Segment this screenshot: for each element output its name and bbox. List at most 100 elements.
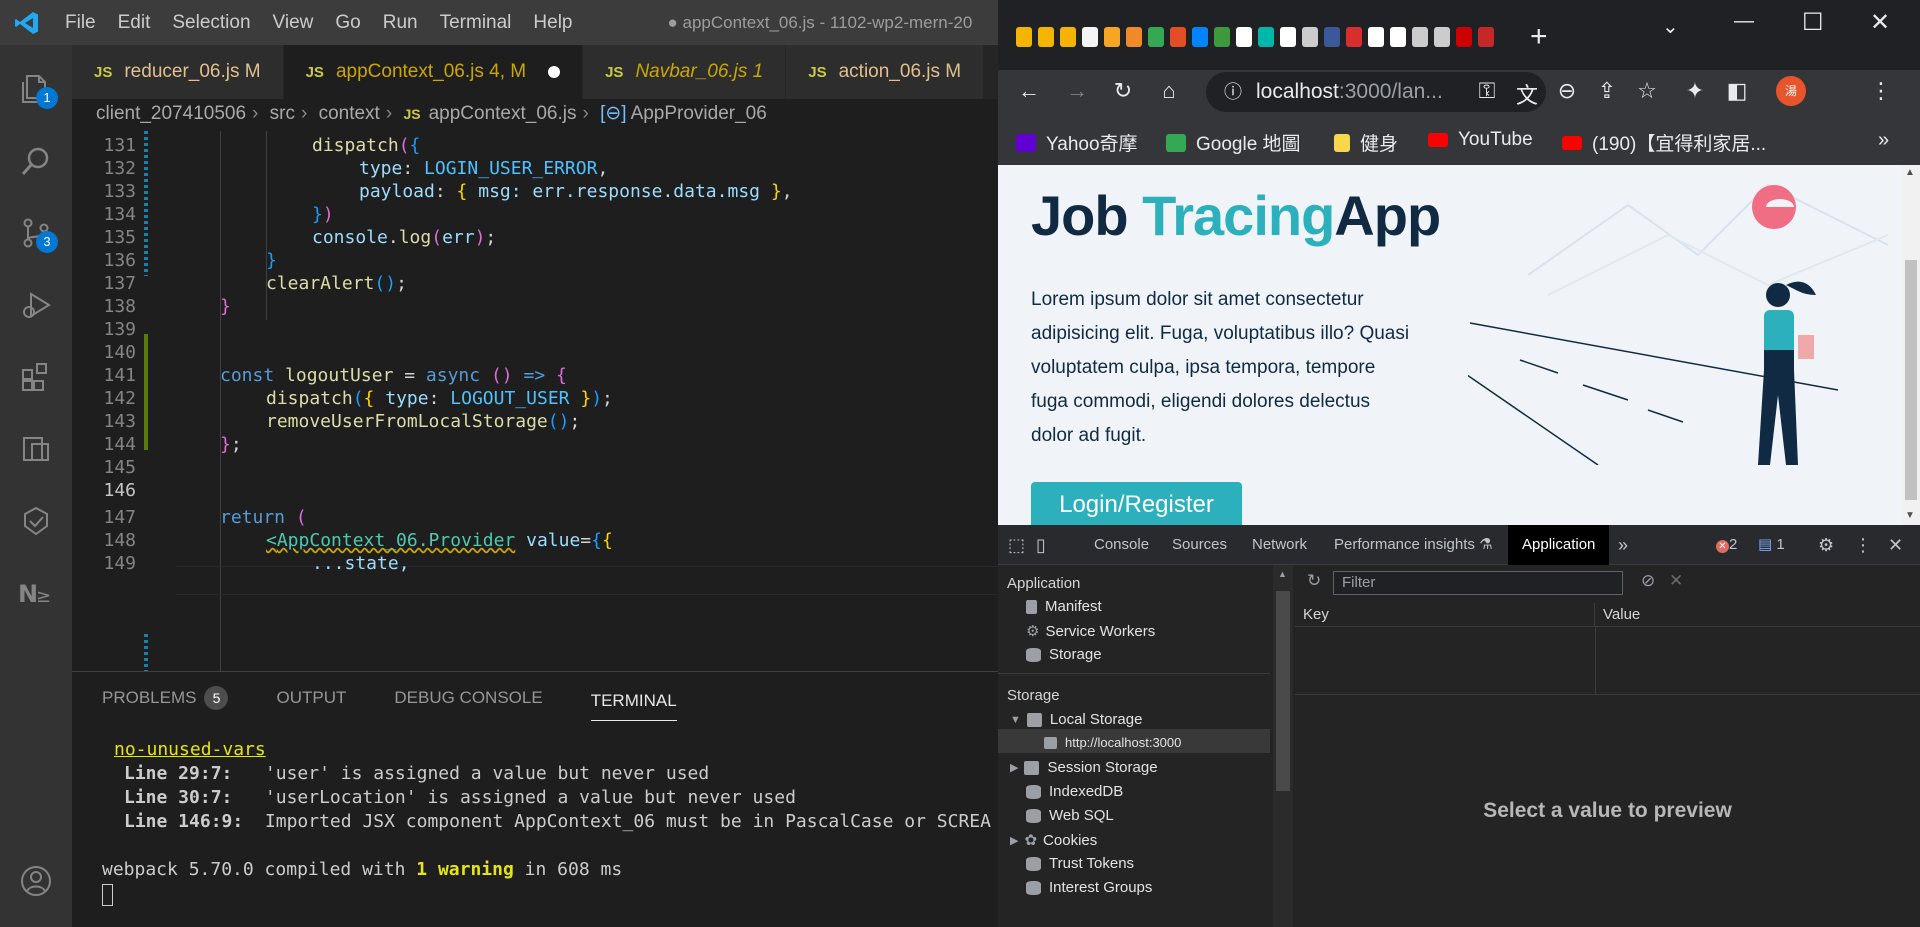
remote-explorer-icon[interactable] [0, 413, 72, 485]
home-icon[interactable]: ⌂ [1154, 78, 1184, 104]
tab-favicon-icon[interactable] [1280, 27, 1296, 47]
site-info-icon[interactable]: ⓘ [1224, 72, 1242, 112]
sidebar-item-manifest[interactable]: Manifest [1026, 598, 1102, 615]
scrollbar-thumb[interactable] [1276, 591, 1290, 791]
back-icon[interactable]: ← [1014, 78, 1044, 104]
delete-selected-icon[interactable]: ✕ [1669, 571, 1683, 591]
share-icon[interactable]: ⇪ [1592, 78, 1622, 104]
sidebar-item-storage[interactable]: Storage [1026, 646, 1102, 663]
close-devtools-icon[interactable]: ✕ [1888, 525, 1903, 565]
bookmark-star-icon[interactable]: ☆ [1632, 78, 1662, 104]
tab-search-icon[interactable]: ⌄ [1662, 14, 1679, 39]
search-icon[interactable] [0, 125, 72, 197]
error-counter[interactable]: ✕ 2 [1716, 525, 1737, 565]
minimize-icon[interactable]: — [1734, 10, 1754, 33]
tab-performance-insights[interactable]: Performance insights ⚗ [1334, 525, 1493, 565]
tab-favicon-icon[interactable] [1038, 27, 1054, 47]
sidebar-item-local-storage[interactable]: ▼ Local Storage [1010, 711, 1142, 728]
tab-favicon-icon[interactable] [1214, 27, 1230, 47]
code-editor[interactable]: 131 dispatch({ 132 type: LOGIN_USER_ERROR,… [72, 131, 998, 671]
breadcrumb-item[interactable]: src [270, 103, 295, 124]
forward-icon[interactable]: → [1062, 78, 1092, 104]
maximize-icon[interactable]: ☐ [1802, 8, 1824, 37]
sidebar-item-cookies[interactable]: ▶ ✿ Cookies [1010, 831, 1097, 850]
inspect-element-icon[interactable]: ⬚ [1008, 525, 1025, 565]
menu-run[interactable]: Run [372, 0, 429, 45]
tab-favicon-icon[interactable] [1390, 27, 1406, 47]
tab-favicon-icon[interactable] [1236, 27, 1252, 47]
profile-avatar[interactable]: 湯 [1776, 76, 1806, 106]
sidebar-item-trust-tokens[interactable]: Trust Tokens [1026, 855, 1134, 872]
bookmark-youtube[interactable]: YouTube [1428, 129, 1533, 151]
bookmarks-overflow-icon[interactable]: » [1878, 129, 1889, 152]
chrome-menu-icon[interactable]: ⋮ [1866, 78, 1896, 104]
sidebar-item-localhost-origin[interactable]: http://localhost:3000 [1044, 735, 1181, 750]
tab-favicon-icon[interactable] [1302, 27, 1318, 47]
sidebar-scrollbar[interactable]: ▲ [1273, 565, 1293, 927]
message-counter[interactable]: ▤ 1 [1758, 525, 1785, 565]
menu-view[interactable]: View [262, 0, 325, 45]
zoom-icon[interactable]: ⊖ [1552, 78, 1582, 104]
scrollbar-thumb[interactable] [1905, 260, 1917, 500]
tab-favicon-icon[interactable] [1324, 27, 1340, 47]
page-scrollbar[interactable]: ▲ ▼ [1902, 165, 1920, 525]
settings-gear-icon[interactable]: ⚙ [1818, 525, 1834, 565]
clear-all-icon[interactable]: ⊘ [1641, 571, 1655, 591]
breadcrumb-item[interactable]: appContext_06.js [429, 103, 577, 124]
tab-favicon-icon[interactable] [1478, 27, 1494, 47]
menu-selection[interactable]: Selection [161, 0, 261, 45]
login-register-button[interactable]: Login/Register [1031, 482, 1242, 525]
run-debug-icon[interactable] [0, 269, 72, 341]
breadcrumb-item[interactable]: AppProvider_06 [631, 103, 767, 124]
column-header-value[interactable]: Value [1595, 603, 1920, 627]
menu-edit[interactable]: Edit [107, 0, 162, 45]
tab-appcontext[interactable]: JS appContext_06.js 4, M [283, 45, 584, 99]
tab-favicon-icon[interactable] [1082, 27, 1098, 47]
tab-debug-console[interactable]: DEBUG CONSOLE [394, 672, 542, 724]
sidebar-item-interest-groups[interactable]: Interest Groups [1026, 879, 1152, 896]
source-control-icon[interactable]: 3 [0, 197, 72, 269]
close-icon[interactable]: ✕ [1870, 8, 1890, 37]
bookmark-fitness[interactable]: 健身 [1334, 129, 1398, 156]
tab-network[interactable]: Network [1252, 525, 1307, 565]
tab-terminal[interactable]: TERMINAL [590, 675, 677, 721]
menu-file[interactable]: File [54, 0, 107, 45]
nx-console-icon[interactable]: N ≥ [0, 557, 72, 629]
filter-input[interactable]: Filter [1333, 571, 1623, 595]
site-logo[interactable]: Job TracingApp [1031, 183, 1441, 248]
refresh-icon[interactable]: ↻ [1307, 571, 1321, 591]
tab-favicon-icon[interactable] [1346, 27, 1362, 47]
device-toolbar-icon[interactable]: ▯ [1036, 525, 1046, 565]
translate-icon[interactable]: 文 [1512, 78, 1542, 110]
sidebar-item-session-storage[interactable]: ▶ Session Storage [1010, 759, 1158, 776]
new-tab-icon[interactable]: + [1530, 20, 1548, 54]
explorer-icon[interactable]: 1 [0, 53, 72, 125]
tab-output[interactable]: OUTPUT [276, 672, 346, 724]
tab-favicon-icon[interactable] [1104, 27, 1120, 47]
side-panel-icon[interactable]: ◧ [1722, 78, 1752, 104]
unsaved-dot-icon[interactable] [548, 66, 561, 78]
menu-help[interactable]: Help [522, 0, 583, 45]
tab-favicon-icon[interactable] [1368, 27, 1384, 47]
terminal-output[interactable]: no-unused-vars Line 29:7: 'user' is assig… [102, 738, 991, 913]
sidebar-item-indexeddb[interactable]: IndexedDB [1026, 783, 1123, 800]
tab-problems[interactable]: PROBLEMS 5 [102, 672, 229, 724]
sidebar-item-service-workers[interactable]: ⚙ Service Workers [1026, 622, 1155, 641]
sidebar-item-websql[interactable]: Web SQL [1026, 807, 1114, 824]
tab-navbar[interactable]: JS Navbar_06.js 1 [583, 45, 787, 99]
tab-application[interactable]: Application [1508, 525, 1610, 565]
tab-favicon-icon[interactable] [1456, 27, 1472, 47]
bookmark-nitori[interactable]: (190)【宜得利家居... [1562, 129, 1766, 156]
extensions-puzzle-icon[interactable]: ✦ [1680, 78, 1710, 104]
scroll-up-icon[interactable]: ▲ [1278, 569, 1287, 579]
breadcrumb-item[interactable]: context [319, 103, 380, 124]
tab-favicon-icon[interactable] [1126, 27, 1142, 47]
tab-favicon-icon[interactable] [1258, 27, 1274, 47]
scroll-down-icon[interactable]: ▼ [1905, 510, 1915, 521]
tab-console[interactable]: Console [1094, 525, 1149, 565]
tab-favicon-icon[interactable] [1170, 27, 1186, 47]
reload-icon[interactable]: ↻ [1108, 78, 1138, 104]
menu-terminal[interactable]: Terminal [429, 0, 523, 45]
customize-menu-icon[interactable]: ⋮ [1854, 525, 1872, 565]
tab-favicon-icon[interactable] [1434, 27, 1450, 47]
